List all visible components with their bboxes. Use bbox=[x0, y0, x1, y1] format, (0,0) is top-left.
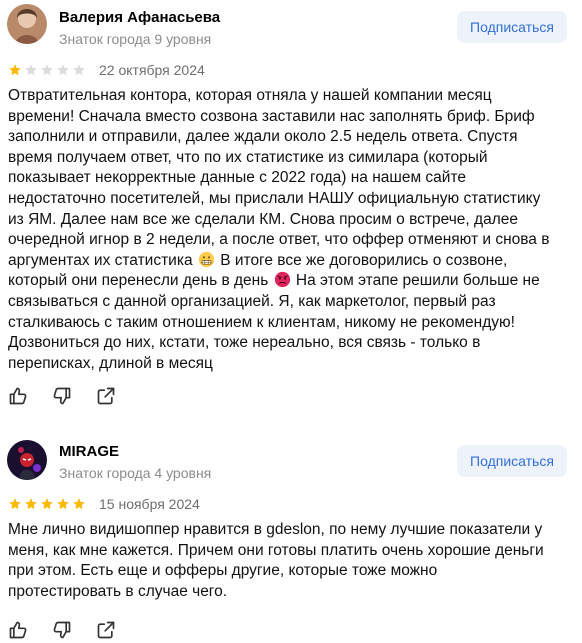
star-filled-icon bbox=[9, 64, 21, 76]
review-text: Мне лично видишоппер нравится в gdeslon,… bbox=[8, 520, 574, 602]
star-empty-icon bbox=[41, 64, 53, 76]
star-filled-icon bbox=[25, 498, 37, 510]
review-text-line: из ЯМ. Далее нам все же сделали КМ. Снов… bbox=[8, 210, 518, 228]
dislike-icon[interactable] bbox=[52, 386, 72, 406]
author-level: Знаток города 4 уровня bbox=[59, 465, 212, 481]
review-text-line: сталкиваюсь с таким отношением к клиента… bbox=[8, 313, 515, 331]
star-filled-icon bbox=[41, 498, 53, 510]
review-text-line: меня, как мне кажется. Причем они готовы… bbox=[8, 541, 544, 559]
review-date: 15 ноября 2024 bbox=[99, 496, 200, 512]
review-text-line: Дозвониться до них, кстати, тоже нереаль… bbox=[8, 334, 481, 352]
review-actions bbox=[8, 386, 116, 406]
rating-stars bbox=[8, 497, 86, 511]
review-text-line: недостаточно посетителей, мы прислали НА… bbox=[8, 189, 541, 207]
star-filled-icon bbox=[73, 498, 85, 510]
review-text-line: показывает некорректные данные с 2022 го… bbox=[8, 169, 466, 187]
share-icon[interactable] bbox=[96, 386, 116, 406]
review-date: 22 октября 2024 bbox=[99, 62, 205, 78]
author-name[interactable]: Валерия Афанасьева bbox=[59, 9, 220, 26]
like-icon[interactable] bbox=[8, 386, 28, 406]
avatar[interactable] bbox=[7, 4, 47, 44]
star-empty-icon bbox=[73, 64, 85, 76]
review-actions bbox=[8, 620, 116, 640]
avatar[interactable] bbox=[7, 440, 47, 480]
review-text-line: переписках, длиной в месяц bbox=[8, 354, 213, 372]
star-filled-icon bbox=[9, 498, 21, 510]
review-text-line: очередной игнор в 2 недели, а после отве… bbox=[8, 231, 550, 249]
pouting-emoji-icon bbox=[274, 272, 290, 288]
subscribe-button[interactable]: Подписаться bbox=[457, 445, 567, 477]
review-text-line: время получаем ответ, что по их статисти… bbox=[8, 148, 488, 166]
review-text-line: связываться с данной организацией. Я, ка… bbox=[8, 292, 496, 310]
share-icon[interactable] bbox=[96, 620, 116, 640]
review-text-line: времени! Сначала вместо созвона заставил… bbox=[8, 107, 535, 125]
subscribe-button[interactable]: Подписаться bbox=[457, 11, 567, 43]
author-name[interactable]: MIRAGE bbox=[59, 443, 119, 460]
review-text-line: протестировать в случае чего. bbox=[8, 582, 228, 600]
star-filled-icon bbox=[57, 498, 69, 510]
star-empty-icon bbox=[57, 64, 69, 76]
grimace-emoji-icon bbox=[198, 251, 215, 267]
dislike-icon[interactable] bbox=[52, 620, 72, 640]
author-level: Знаток города 9 уровня bbox=[59, 31, 212, 47]
review-text-line: аргументах их статистика В итоге все же … bbox=[8, 251, 508, 269]
review-text-line: при этом. Есть еще и офферы другие, кото… bbox=[8, 562, 438, 580]
review-text-line: Отвратительная контора, которая отняла у… bbox=[8, 87, 492, 104]
review-text: Отвратительная контора, которая отняла у… bbox=[8, 86, 574, 374]
review-text-line: заполнили и отправили, далее ждали около… bbox=[8, 128, 518, 146]
review-text-line: который они перенесли день в день На это… bbox=[8, 272, 540, 290]
like-icon[interactable] bbox=[8, 620, 28, 640]
rating-stars bbox=[8, 63, 86, 77]
review-text-line: Мне лично видишоппер нравится в gdeslon,… bbox=[8, 521, 543, 538]
star-empty-icon bbox=[25, 64, 37, 76]
